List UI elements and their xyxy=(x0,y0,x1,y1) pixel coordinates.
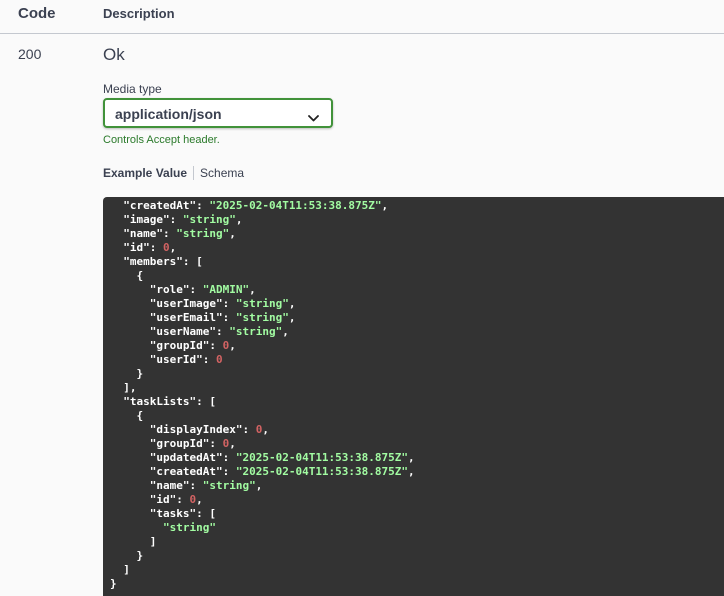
json-punct: } xyxy=(136,367,144,380)
json-line: } xyxy=(110,367,415,381)
json-number: 0 xyxy=(163,241,170,254)
json-line: "tasks": [ xyxy=(110,507,415,521)
json-punct: } xyxy=(136,549,144,562)
json-punct: { xyxy=(136,409,144,422)
json-punct: , xyxy=(255,479,263,492)
json-punct: "image": xyxy=(123,213,183,226)
json-string: "2025-02-04T11:53:38.875Z" xyxy=(235,451,409,464)
json-string: "string" xyxy=(176,227,230,240)
json-line: "groupId": 0, xyxy=(110,339,415,353)
json-punct: "taskLists": [ xyxy=(123,395,216,408)
json-string: "string" xyxy=(235,297,289,310)
json-line: ] xyxy=(110,563,415,577)
json-punct: , xyxy=(229,437,236,450)
json-punct: "name": xyxy=(123,227,177,240)
response-code: 200 xyxy=(18,46,42,62)
json-line: "name": "string", xyxy=(110,479,415,493)
json-punct: , xyxy=(229,227,236,240)
tab-separator xyxy=(193,166,195,180)
json-line: "role": "ADMIN", xyxy=(110,283,415,297)
json-punct: "tasks": [ xyxy=(149,507,216,520)
json-punct: } xyxy=(110,577,117,590)
json-punct: "displayIndex": xyxy=(149,423,256,436)
json-punct: "id": xyxy=(149,493,190,506)
json-line: "updatedAt": "2025-02-04T11:53:38.875Z", xyxy=(110,451,415,465)
json-punct: ] xyxy=(123,563,130,576)
json-line: "image": "string", xyxy=(110,213,415,227)
json-line: "userId": 0 xyxy=(110,353,415,367)
json-punct: "createdAt": xyxy=(149,465,236,478)
accept-header-note: Controls Accept header. xyxy=(103,134,220,146)
header-description-label: Description xyxy=(103,6,175,21)
json-punct: "groupId": xyxy=(149,339,223,352)
json-punct: "userImage": xyxy=(149,297,236,310)
media-type-value: application/json xyxy=(115,106,222,122)
json-string: "string" xyxy=(162,521,216,534)
json-punct: "createdAt": xyxy=(123,199,210,212)
json-line: } xyxy=(110,577,415,591)
json-number: 0 xyxy=(215,353,223,366)
json-line: { xyxy=(110,269,415,283)
example-code-panel[interactable]: "createdAt": "2025-02-04T11:53:38.875Z",… xyxy=(103,197,724,596)
json-punct: { xyxy=(136,269,144,282)
response-description: Ok xyxy=(103,45,125,64)
json-line: ], xyxy=(110,381,415,395)
tab-schema[interactable]: Schema xyxy=(200,166,244,180)
media-type-label: Media type xyxy=(103,82,162,96)
json-punct: , xyxy=(229,339,236,352)
header-code-label: Code xyxy=(18,5,56,22)
json-punct: "members": [ xyxy=(123,255,203,268)
json-line: "name": "string", xyxy=(110,227,415,241)
json-line: "displayIndex": 0, xyxy=(110,423,415,437)
json-punct: "role": xyxy=(149,283,203,296)
json-punct: "userName": xyxy=(149,325,230,338)
json-punct: , xyxy=(408,451,415,464)
tab-example-value[interactable]: Example Value xyxy=(103,166,187,180)
json-punct: , xyxy=(169,241,177,254)
chevron-down-icon xyxy=(308,109,319,127)
json-punct: "id": xyxy=(123,241,163,254)
json-line: "groupId": 0, xyxy=(110,437,415,451)
json-punct: , xyxy=(381,199,389,212)
json-line: "userName": "string", xyxy=(110,325,415,339)
json-line: "taskLists": [ xyxy=(110,395,415,409)
json-string: "string" xyxy=(202,479,256,492)
json-punct: "groupId": xyxy=(149,437,223,450)
json-punct: , xyxy=(235,213,243,226)
json-line: "userEmail": "string", xyxy=(110,311,415,325)
json-line: "createdAt": "2025-02-04T11:53:38.875Z", xyxy=(110,199,415,213)
json-line: "userImage": "string", xyxy=(110,297,415,311)
json-line: } xyxy=(110,549,415,563)
json-line: "string" xyxy=(110,521,415,535)
json-string: "string" xyxy=(235,311,289,324)
json-line: "id": 0, xyxy=(110,493,415,507)
json-punct: , xyxy=(262,423,269,436)
json-line: "id": 0, xyxy=(110,241,415,255)
json-line: ] xyxy=(110,535,415,549)
json-punct: , xyxy=(288,297,296,310)
json-string: "string" xyxy=(182,213,236,226)
media-type-select[interactable]: application/json xyxy=(103,98,333,128)
json-line: "createdAt": "2025-02-04T11:53:38.875Z", xyxy=(110,465,415,479)
json-punct: "userId": xyxy=(149,353,216,366)
json-punct: , xyxy=(249,283,256,296)
json-punct: , xyxy=(282,325,289,338)
json-string: "ADMIN" xyxy=(202,283,250,296)
json-line: { xyxy=(110,409,415,423)
json-punct: , xyxy=(288,311,296,324)
json-punct: "userEmail": xyxy=(149,311,236,324)
json-punct: "updatedAt": xyxy=(149,451,236,464)
json-line: "members": [ xyxy=(110,255,415,269)
json-punct: ], xyxy=(123,381,137,394)
json-punct: , xyxy=(408,465,415,478)
json-string: "string" xyxy=(229,325,283,338)
json-string: "2025-02-04T11:53:38.875Z" xyxy=(209,199,382,212)
example-json: "createdAt": "2025-02-04T11:53:38.875Z",… xyxy=(110,199,415,591)
json-punct: ] xyxy=(149,535,157,548)
example-tabs: Example Value Schema xyxy=(103,166,244,180)
json-string: "2025-02-04T11:53:38.875Z" xyxy=(235,465,409,478)
header-divider xyxy=(0,33,724,34)
json-punct: , xyxy=(196,493,203,506)
json-punct: "name": xyxy=(149,479,203,492)
